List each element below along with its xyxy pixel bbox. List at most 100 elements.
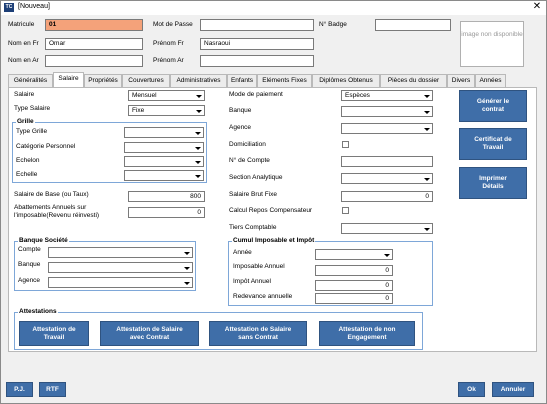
generer-contrat-button[interactable]: Générer le contrat [459, 90, 527, 122]
tab-elements-fixes[interactable]: Eléments Fixes [257, 74, 312, 87]
chevron-down-icon [194, 129, 202, 137]
salaire-select[interactable]: Mensuel [128, 90, 205, 101]
title-bar: TC [Nouveau] ✕ [1, 1, 546, 15]
section-analytique-select[interactable] [341, 173, 433, 184]
compte-select[interactable] [48, 247, 193, 258]
redevance-label: Redevance annuelle [233, 293, 293, 300]
tab-generalites[interactable]: Généralités [8, 74, 53, 87]
banque-label: Banque [229, 107, 252, 114]
annee-select[interactable] [315, 249, 393, 260]
ok-button[interactable]: Ok [458, 382, 485, 397]
salaire-brut-field[interactable]: 0 [341, 191, 433, 202]
num-compte-field[interactable] [341, 156, 433, 167]
chevron-down-icon [423, 125, 431, 133]
banque-societe-banque-select[interactable] [48, 262, 193, 273]
chevron-down-icon [383, 251, 391, 259]
agence-select[interactable] [341, 123, 433, 134]
echelle-select[interactable] [124, 170, 204, 181]
dialog-window: TC [Nouveau] ✕ Matricule 01 Mot de Passe… [0, 0, 547, 404]
mode-paiement-select[interactable]: Espèces [341, 90, 433, 101]
mot-de-passe-label: Mot de Passe [153, 21, 193, 28]
tab-enfants[interactable]: Enfants [227, 74, 257, 87]
banque-societe-agence-select[interactable] [48, 277, 193, 288]
impot-label: Impôt Annuel [233, 278, 271, 285]
tab-diplomes[interactable]: Diplômes Obtenus [312, 74, 380, 87]
att3-line-1: Attestation de Salaire [224, 325, 292, 333]
echelon-select[interactable] [124, 156, 204, 167]
photo-placeholder-text: image non disponible [461, 31, 523, 38]
tab-annees[interactable]: Années [475, 74, 506, 87]
salaire-value: Mensuel [132, 92, 157, 99]
type-grille-select[interactable] [124, 127, 204, 138]
attestations-title: Attestations [18, 308, 58, 316]
impot-field[interactable]: 0 [315, 280, 393, 291]
tiers-comptable-select[interactable] [341, 223, 433, 234]
annuler-button[interactable]: Annuler [492, 382, 534, 397]
attestation-travail-button[interactable]: Attestation de Travail [19, 321, 89, 346]
salaire-base-label: Salaire de Base (ou Taux) [14, 191, 89, 198]
nom-ar-field[interactable] [45, 55, 143, 67]
categorie-select[interactable] [124, 142, 204, 153]
compte-label: Compte [18, 246, 41, 253]
section-analytique-label: Section Analytique [229, 174, 283, 181]
chevron-down-icon [423, 108, 431, 116]
window-title: [Nouveau] [18, 3, 50, 10]
tab-couvertures[interactable]: Couvertures [122, 74, 170, 87]
mot-de-passe-field[interactable] [200, 19, 314, 31]
num-compte-label: N° de Compte [229, 157, 270, 164]
badge-field[interactable] [375, 19, 451, 31]
employee-photo[interactable]: image non disponible [460, 21, 524, 67]
domiciliation-label: Domiciliation [229, 141, 266, 148]
att1-line-1: Attestation de [32, 325, 76, 333]
tab-divers[interactable]: Divers [447, 74, 475, 87]
redevance-field[interactable]: 0 [315, 293, 393, 304]
chevron-down-icon [195, 107, 203, 115]
cumul-title: Cumul Imposable et Impôt [232, 237, 316, 245]
att4-line-2: Engagement [347, 333, 387, 341]
abattements-label-2: l'imposable(Revenu réinvesti) [14, 212, 100, 219]
att3-line-2: sans Contrat [238, 333, 278, 341]
calcul-repos-checkbox[interactable] [342, 207, 349, 214]
certificat-line-2: Travail [482, 144, 504, 151]
tab-administratives[interactable]: Administratives [170, 74, 227, 87]
agence-label: Agence [229, 124, 252, 131]
echelon-label: Echelon [16, 157, 40, 164]
imposable-field[interactable]: 0 [315, 265, 393, 276]
grille-title: Grille [16, 118, 35, 126]
certificat-line-1: Certificat de [474, 136, 512, 143]
pj-button[interactable]: P.J. [6, 382, 33, 397]
att1-line-2: Travail [43, 333, 65, 341]
certificat-travail-button[interactable]: Certificat de Travail [459, 128, 527, 160]
imposable-label: Imposable Annuel [233, 263, 285, 270]
matricule-field[interactable]: 01 [45, 19, 143, 31]
abattements-field[interactable]: 0 [128, 207, 205, 218]
imprimer-line-2: Détails [482, 183, 504, 190]
chevron-down-icon [195, 92, 203, 100]
chevron-down-icon [194, 158, 202, 166]
banque-select[interactable] [341, 106, 433, 117]
chevron-down-icon [183, 249, 191, 257]
attestation-salaire-sans-contrat-button[interactable]: Attestation de Salaire sans Contrat [209, 321, 307, 346]
tab-salaire[interactable]: Salaire [53, 72, 84, 87]
tab-pieces-dossier[interactable]: Pièces du dossier [380, 74, 447, 87]
chevron-down-icon [183, 264, 191, 272]
attestation-non-engagement-button[interactable]: Attestation de non Engagement [319, 321, 415, 346]
imprimer-details-button[interactable]: Imprimer Détails [459, 167, 527, 199]
calcul-repos-label: Calcul Repos Compensateur [229, 207, 313, 214]
nom-ar-label: Nom en Ar [8, 57, 39, 64]
prenom-fr-field[interactable]: Nasraoui [200, 38, 314, 50]
nom-fr-field[interactable]: Omar [45, 38, 143, 50]
rtf-button[interactable]: RTF [39, 382, 66, 397]
salaire-base-field[interactable]: 800 [128, 191, 205, 202]
tiers-comptable-label: Tiers Comptable [229, 224, 277, 231]
prenom-ar-field[interactable] [200, 55, 314, 67]
tab-proprietes[interactable]: Propriétés [84, 74, 122, 87]
domiciliation-checkbox[interactable] [342, 141, 349, 148]
att4-line-1: Attestation de non [338, 325, 396, 333]
attestation-salaire-avec-contrat-button[interactable]: Attestation de Salaire avec Contrat [100, 321, 199, 346]
imprimer-line-1: Imprimer [479, 175, 507, 182]
close-icon[interactable]: ✕ [528, 1, 546, 13]
chevron-down-icon [423, 225, 431, 233]
type-salaire-select[interactable]: Fixe [128, 105, 205, 116]
abattements-label-1: Abattements Annuels sur [14, 204, 87, 211]
